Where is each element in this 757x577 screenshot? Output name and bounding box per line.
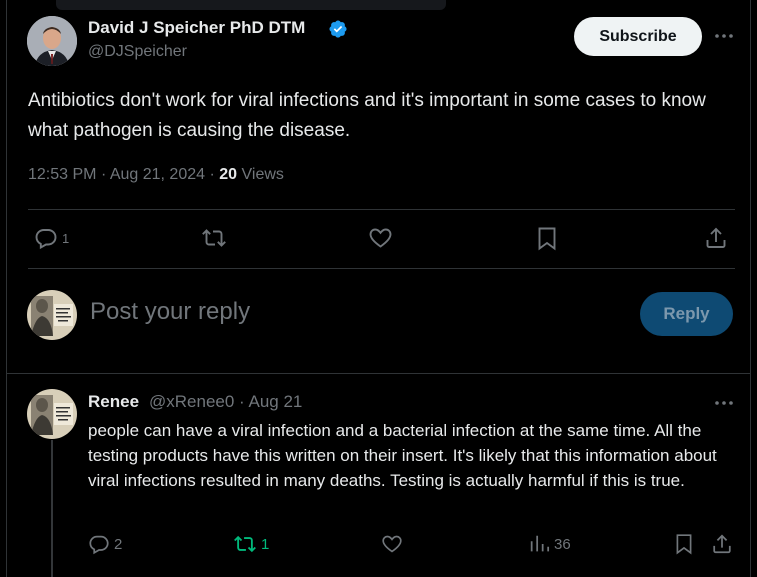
post-date[interactable]: Aug 21, 2024 [110, 166, 205, 183]
reply-repost-count: 1 [261, 535, 270, 553]
reply-bookmark-action[interactable] [674, 533, 694, 555]
post-time[interactable]: 12:53 PM [28, 166, 96, 183]
reply-views-count: 36 [554, 535, 571, 553]
divider [28, 209, 735, 210]
repost-icon [202, 229, 226, 247]
views-icon [530, 535, 550, 552]
reply-like-action[interactable] [381, 533, 403, 555]
reply-meta: @xRenee0 · Aug 21 [149, 392, 302, 412]
reply-author-handle[interactable]: @xRenee0 [149, 392, 234, 411]
repost-action[interactable] [201, 226, 227, 250]
like-icon [369, 228, 392, 248]
more-icon[interactable] [712, 391, 736, 415]
views-label: Views [241, 166, 284, 183]
top-bar [56, 0, 446, 10]
reply-icon [89, 535, 109, 555]
left-border [6, 0, 7, 577]
bookmark-icon [538, 227, 556, 251]
reply-input[interactable]: Post your reply [90, 298, 250, 326]
repost-icon [234, 535, 256, 553]
share-icon [706, 227, 726, 248]
meta-separator: · [100, 166, 110, 183]
reply-author-name[interactable]: Renee [88, 392, 139, 412]
author-handle[interactable]: @DJSpeicher [88, 43, 187, 61]
reply-icon [35, 229, 57, 250]
more-icon[interactable] [712, 24, 736, 48]
bookmark-action[interactable] [536, 226, 558, 251]
share-icon [713, 534, 731, 554]
user-avatar[interactable] [27, 290, 77, 340]
reply-reply-action[interactable]: 2 [88, 533, 122, 555]
thread-line [51, 440, 53, 577]
author-avatar[interactable] [27, 16, 77, 66]
meta-separator: · [209, 166, 220, 183]
reply-count: 1 [62, 230, 70, 246]
like-action[interactable] [368, 226, 393, 250]
author-name[interactable]: David J Speicher PhD DTM [88, 18, 305, 38]
divider [28, 268, 735, 269]
post-meta: 12:53 PM · Aug 21, 2024 · 20 Views [28, 166, 284, 184]
reply-button[interactable]: Reply [640, 292, 733, 336]
reply-repost-action[interactable]: 1 [233, 533, 269, 555]
views-count: 20 [219, 166, 238, 183]
like-icon [382, 535, 402, 553]
subscribe-button[interactable]: Subscribe [574, 17, 702, 56]
meta-separator: · [239, 392, 249, 411]
reply-reply-count: 2 [114, 535, 123, 553]
reply-action[interactable]: 1 [34, 226, 69, 250]
timeline: David J Speicher PhD DTM @DJSpeicher Sub… [0, 0, 757, 577]
verified-badge-icon [329, 20, 347, 38]
right-border [750, 0, 751, 577]
reply-date[interactable]: Aug 21 [249, 392, 303, 411]
share-action[interactable] [704, 226, 728, 250]
divider [6, 373, 751, 374]
post-text: Antibiotics don't work for viral infecti… [28, 90, 706, 141]
reply-share-action[interactable] [711, 533, 733, 555]
bookmark-icon [676, 534, 692, 555]
reply-author-avatar[interactable] [27, 389, 77, 439]
reply-text: people can have a viral infection and a … [88, 421, 717, 490]
reply-views-action[interactable]: 36 [528, 533, 571, 555]
